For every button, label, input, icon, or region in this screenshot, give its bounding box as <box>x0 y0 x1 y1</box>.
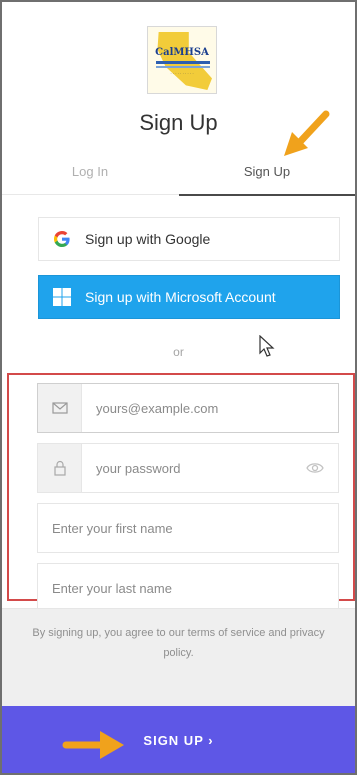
microsoft-logo-icon <box>39 287 85 307</box>
first-name-input[interactable] <box>52 504 332 552</box>
arrow-annotation-icon <box>284 110 330 156</box>
social-signup-section: Sign up with Google Sign up with Microso… <box>2 195 355 367</box>
last-name-field <box>37 563 339 613</box>
terms-text: By signing up, you agree to our terms of… <box>32 627 325 659</box>
terms-notice: By signing up, you agree to our terms of… <box>2 608 355 706</box>
signup-widget: CalMHSA · · · · · · · · · · Sign Up Log … <box>0 0 357 775</box>
password-field <box>37 443 339 493</box>
logo-text: CalMHSA <box>155 47 209 58</box>
logo-stripe-secondary <box>156 66 210 68</box>
signup-submit-button[interactable]: SIGN UP › <box>2 706 355 773</box>
envelope-icon <box>38 384 82 432</box>
or-divider: or <box>173 345 184 359</box>
eye-icon[interactable] <box>306 461 324 475</box>
password-input[interactable] <box>96 444 296 492</box>
google-signup-button[interactable]: Sign up with Google <box>38 217 340 261</box>
first-name-field <box>37 503 339 553</box>
google-logo-icon <box>39 229 85 249</box>
tab-login[interactable]: Log In <box>2 149 178 195</box>
tab-signup-label: Sign Up <box>243 164 291 179</box>
google-signup-label: Sign up with Google <box>85 231 211 247</box>
microsoft-signup-button[interactable]: Sign up with Microsoft Account <box>38 275 340 319</box>
submit-label: SIGN UP › <box>143 733 214 748</box>
calmhsa-logo: CalMHSA · · · · · · · · · · <box>147 26 217 94</box>
email-field <box>37 383 339 433</box>
microsoft-signup-label: Sign up with Microsoft Account <box>85 289 276 305</box>
mouse-cursor-icon <box>259 335 275 357</box>
arrow-annotation-icon <box>62 731 124 759</box>
signup-form <box>7 373 355 613</box>
email-input[interactable] <box>96 384 296 432</box>
lock-icon <box>38 444 82 492</box>
logo-stripe <box>156 61 210 64</box>
logo-tagline: · · · · · · · · · · <box>170 71 194 76</box>
last-name-input[interactable] <box>52 564 332 612</box>
